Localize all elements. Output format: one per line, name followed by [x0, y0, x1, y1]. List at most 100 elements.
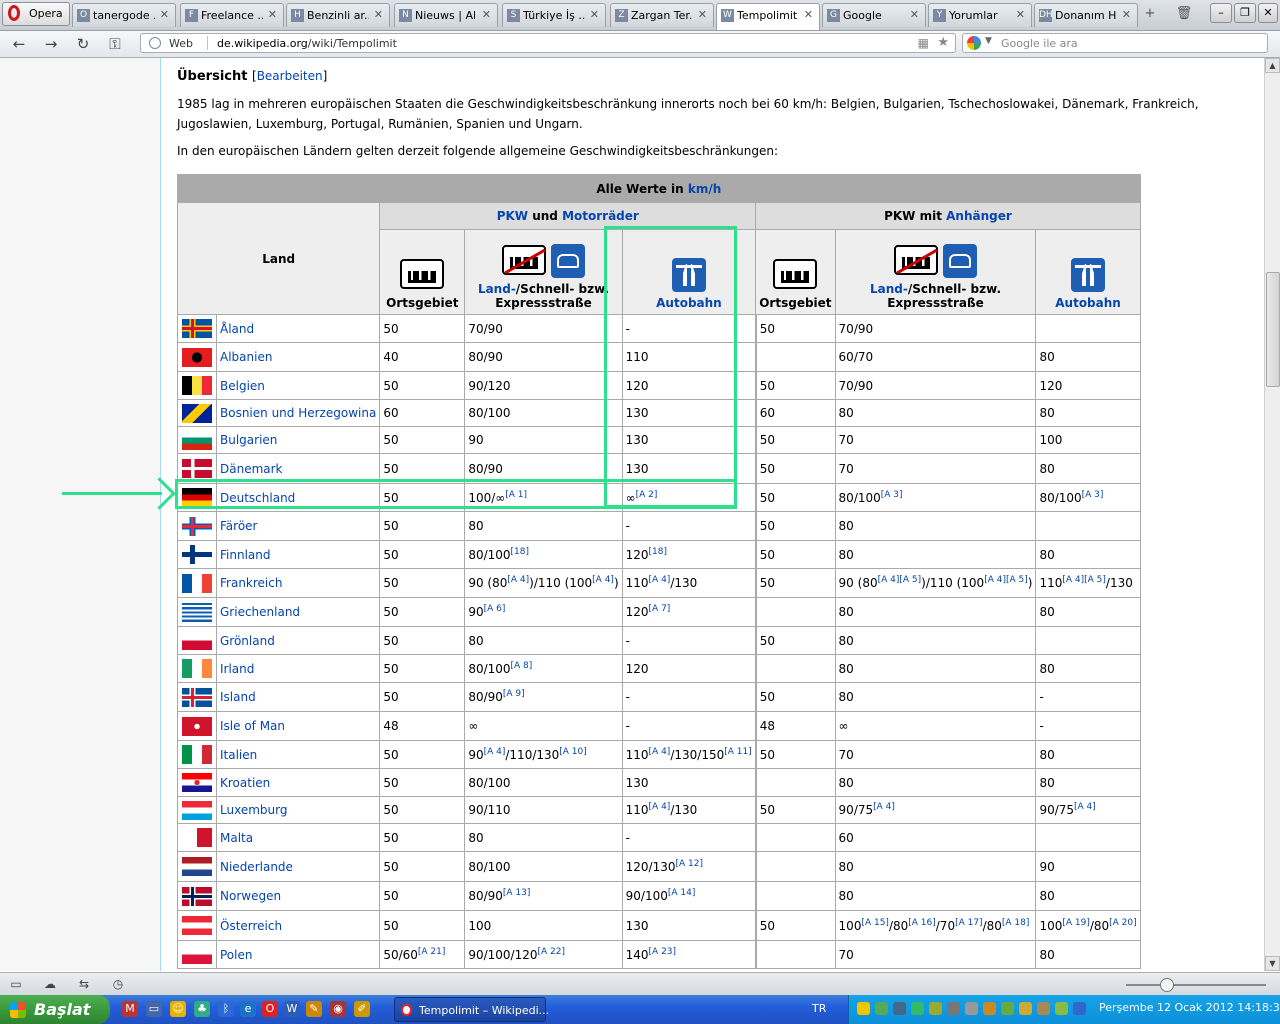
taskbar-item-opera[interactable]: Tempolimit – Wikipedi...: [394, 997, 549, 1022]
zoom-slider[interactable]: [1126, 984, 1266, 986]
flag-malta-icon[interactable]: [182, 828, 212, 847]
tool-icon[interactable]: ✎: [306, 1001, 322, 1017]
footnote-ref[interactable]: [A 5]: [899, 575, 921, 585]
footnote-ref[interactable]: [A 5]: [1084, 575, 1106, 585]
bluetooth-icon[interactable]: ᛒ: [218, 1001, 234, 1017]
footnote-ref[interactable]: [A 20]: [1109, 918, 1137, 928]
footnote-ref[interactable]: [A 4]: [592, 575, 614, 585]
tab-close-icon[interactable]: ✕: [160, 8, 169, 21]
tray-icon-9[interactable]: [1001, 1002, 1014, 1015]
tray-icon-10[interactable]: [1019, 1002, 1032, 1015]
scroll-up-icon[interactable]: ▲: [1265, 58, 1280, 73]
country-link[interactable]: Irland: [220, 662, 254, 676]
country-link[interactable]: Deutschland: [220, 491, 295, 505]
footnote-ref[interactable]: [A 6]: [484, 604, 506, 614]
trash-icon[interactable]: 🗑: [1175, 5, 1193, 23]
footnote-ref[interactable]: [A 17]: [955, 918, 983, 928]
country-link[interactable]: Belgien: [220, 379, 265, 393]
footnote-ref[interactable]: [18]: [511, 547, 529, 557]
flag-poland-icon[interactable]: [182, 945, 212, 964]
tray-icon-4[interactable]: [911, 1002, 924, 1015]
bookmark-star-icon[interactable]: ★: [937, 35, 949, 50]
tab-4[interactable]: NNieuws | Al... ✕: [394, 3, 498, 27]
tab-5[interactable]: S Türkiye İş ... ✕: [502, 3, 606, 27]
flag-belgium-icon[interactable]: [182, 376, 212, 395]
vertical-scrollbar[interactable]: ▲ ▼: [1264, 58, 1280, 971]
footnote-ref[interactable]: [A 4]: [649, 802, 671, 812]
country-link[interactable]: Isle of Man: [220, 719, 285, 733]
country-link[interactable]: Albanien: [220, 350, 272, 364]
footnote-ref[interactable]: [A 16]: [908, 918, 936, 928]
footnote-ref[interactable]: [A 2]: [636, 490, 658, 500]
footnote-ref[interactable]: [A 14]: [668, 888, 696, 898]
footnote-ref[interactable]: [A 7]: [649, 604, 671, 614]
tray-icon-2[interactable]: [875, 1002, 888, 1015]
country-link[interactable]: Frankreich: [220, 576, 282, 590]
kmh-link[interactable]: km/h: [688, 182, 721, 196]
flag-faroe-icon[interactable]: [182, 516, 212, 536]
tab-1[interactable]: Otanergode ... ✕: [72, 3, 176, 27]
footnote-ref[interactable]: [A 19]: [1062, 918, 1090, 928]
messenger-icon[interactable]: ☺: [170, 1001, 186, 1017]
internet-explorer-icon[interactable]: e: [240, 1001, 256, 1017]
country-link[interactable]: Åland: [220, 322, 254, 336]
flag-albania-icon[interactable]: [182, 347, 212, 367]
search-engine-dropdown-icon[interactable]: ▼: [985, 36, 992, 46]
flag-ireland-icon[interactable]: [182, 659, 212, 678]
footnote-ref[interactable]: [A 15]: [861, 918, 889, 928]
footnote-ref[interactable]: [A 4]: [1062, 575, 1084, 585]
flag-france-icon[interactable]: [182, 573, 212, 593]
footnote-ref[interactable]: [A 4]: [984, 575, 1006, 585]
tab-2[interactable]: F Freelance ... ✕: [180, 3, 284, 27]
app-icon[interactable]: ◉: [330, 1001, 346, 1017]
footnote-ref[interactable]: [A 9]: [503, 689, 525, 699]
country-link[interactable]: Italien: [220, 748, 257, 762]
tab-10[interactable]: DHDonanım H... ✕: [1034, 3, 1138, 27]
country-link[interactable]: Finnland: [220, 548, 270, 562]
footnote-ref[interactable]: [A 8]: [511, 661, 533, 671]
flag-luxembourg-icon[interactable]: [182, 800, 212, 820]
footnote-ref[interactable]: [A 13]: [503, 888, 531, 898]
address-field[interactable]: Web de.wikipedia.org/wiki/Tempolimit ▦ ★: [140, 33, 956, 53]
autobahn-link[interactable]: Autobahn: [1055, 296, 1121, 310]
footnote-ref[interactable]: [A 10]: [559, 747, 587, 757]
country-link[interactable]: Österreich: [220, 919, 282, 933]
opera-menu-button[interactable]: Opera: [2, 2, 70, 26]
tab-close-icon[interactable]: ✕: [804, 8, 813, 21]
flag-bulgaria-icon[interactable]: [182, 430, 212, 450]
flag-aland-icon[interactable]: [182, 319, 212, 338]
tab-close-icon[interactable]: ✕: [698, 8, 707, 21]
tray-icon-5[interactable]: [929, 1002, 942, 1015]
footnote-ref[interactable]: [A 3]: [881, 490, 903, 500]
country-link[interactable]: Norwegen: [220, 889, 281, 903]
opera-icon[interactable]: O: [262, 1001, 278, 1017]
footnote-ref[interactable]: [A 23]: [649, 947, 677, 957]
tray-icon-12[interactable]: [1055, 1002, 1068, 1015]
country-link[interactable]: Luxemburg: [220, 803, 287, 817]
tray-icon-1[interactable]: [857, 1002, 870, 1015]
flag-netherlands-icon[interactable]: [182, 857, 212, 876]
forward-icon[interactable]: →: [40, 34, 62, 54]
scroll-down-icon[interactable]: ▼: [1265, 956, 1280, 971]
footnote-ref[interactable]: [A 18]: [1002, 918, 1030, 928]
google-icon[interactable]: [967, 36, 981, 50]
footnote-ref[interactable]: [18]: [649, 547, 667, 557]
pkw-link[interactable]: PKW: [497, 209, 528, 223]
footnote-ref[interactable]: [A 4]: [649, 575, 671, 585]
tab-close-icon[interactable]: ✕: [1016, 8, 1025, 21]
people-icon[interactable]: ♣: [194, 1001, 210, 1017]
flag-iceland-icon[interactable]: [182, 687, 212, 707]
unite-icon[interactable]: ☁: [42, 976, 58, 992]
flag-denmark-icon[interactable]: [182, 459, 212, 478]
reload-icon[interactable]: ↻: [72, 34, 94, 54]
tab-close-icon[interactable]: ✕: [1122, 8, 1131, 21]
tab-close-icon[interactable]: ✕: [268, 8, 277, 21]
footnote-ref[interactable]: [A 4]: [873, 802, 895, 812]
landstrasse-link[interactable]: Land-: [870, 282, 908, 296]
flag-italy-icon[interactable]: [182, 745, 212, 764]
footnote-ref[interactable]: [A 12]: [676, 859, 704, 869]
flag-man-icon[interactable]: [182, 716, 212, 736]
pen-icon[interactable]: ✐: [354, 1001, 370, 1017]
search-field[interactable]: ▼ Google ile ara: [962, 33, 1268, 53]
footnote-ref[interactable]: [A 11]: [724, 747, 752, 757]
